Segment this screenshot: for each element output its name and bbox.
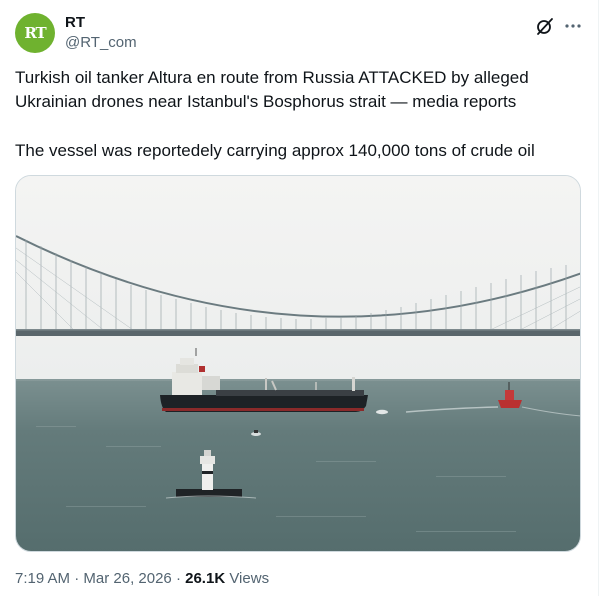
avatar-logo-text: RT <box>24 24 46 42</box>
post-time[interactable]: 7:19 AM <box>15 570 70 587</box>
post-date[interactable]: Mar 26, 2026 <box>83 570 171 587</box>
meta-separator: · <box>74 570 80 587</box>
author-name[interactable]: RT <box>65 14 85 31</box>
avatar[interactable]: RT <box>15 13 55 53</box>
post-metadata: 7:19 AM · Mar 26, 2026 · 26.1K Views <box>15 570 269 587</box>
post-text-paragraph-1: Turkish oil tanker Altura en route from … <box>15 68 529 111</box>
views-label: Views <box>229 570 270 587</box>
post-text-paragraph-2: The vessel was reportedely carrying appr… <box>15 141 535 160</box>
author-handle[interactable]: @RT_com <box>65 34 137 51</box>
post-header: RT RT @RT_com <box>15 12 585 56</box>
meta-separator: · <box>175 570 181 587</box>
views-count[interactable]: 26.1K <box>185 570 225 587</box>
post-photo[interactable] <box>15 175 581 552</box>
more-icon[interactable] <box>563 16 583 36</box>
grok-icon[interactable] <box>535 16 555 36</box>
